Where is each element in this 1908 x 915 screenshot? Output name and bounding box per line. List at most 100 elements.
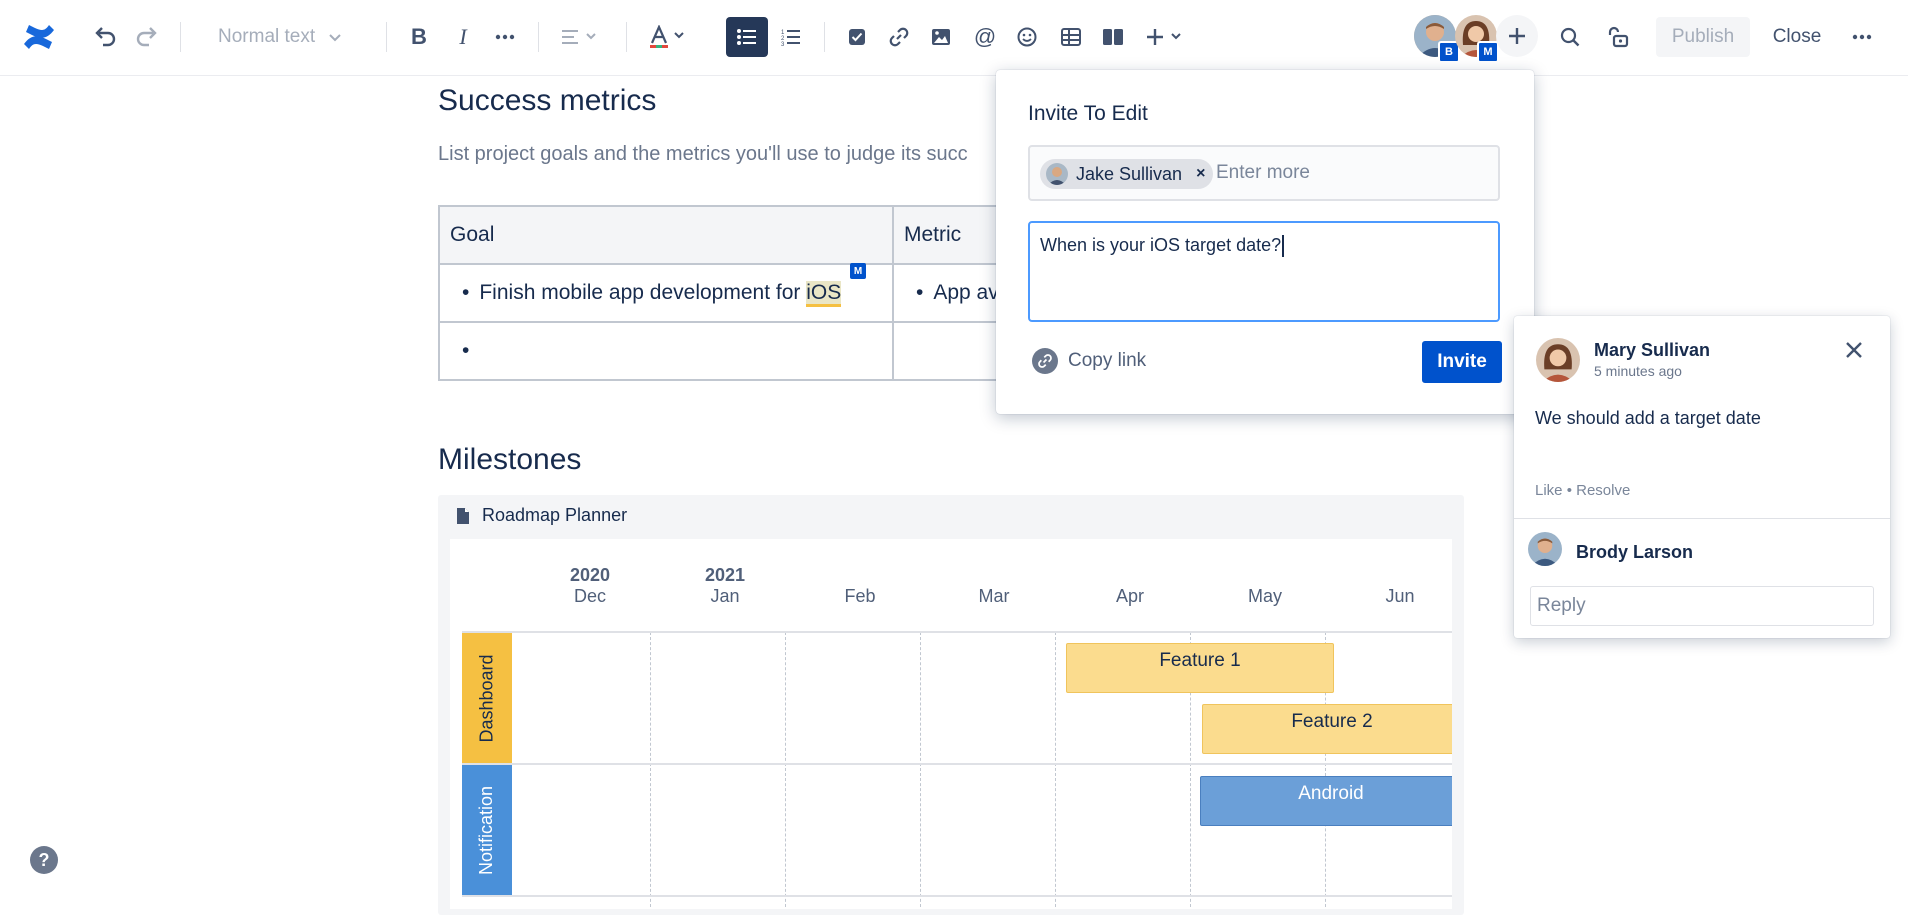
roadmap-canvas[interactable]: 2020 2021 Dec Jan Feb Mar Apr May Jun Da…	[450, 539, 1452, 909]
roadmap-bar-feature-1[interactable]: Feature 1	[1066, 643, 1334, 693]
comment-author: Mary Sullivan	[1594, 340, 1711, 360]
invite-title: Invite To Edit	[1028, 102, 1148, 125]
table-header-goal[interactable]: Goal	[438, 205, 894, 265]
highlighted-text[interactable]: iOS	[806, 281, 842, 307]
copy-link-label: Copy link	[1068, 350, 1147, 371]
italic-icon[interactable]: I	[446, 20, 480, 54]
lane-label: Dashboard	[476, 653, 497, 743]
avatar	[1528, 532, 1562, 566]
table-cell[interactable]: •	[438, 321, 894, 381]
bullet-list-icon[interactable]	[726, 17, 768, 57]
month-label: Mar	[978, 586, 1010, 606]
month-label: Apr	[1115, 586, 1144, 606]
comment-actions: Like • Resolve	[1535, 482, 1630, 499]
avatar	[1046, 163, 1068, 185]
alignment-dropdown-icon[interactable]	[556, 20, 602, 54]
document-icon	[456, 507, 470, 530]
month-label: Dec	[573, 586, 606, 606]
copy-link-button[interactable]: Copy link	[1032, 348, 1146, 374]
toolbar-divider	[538, 22, 539, 52]
comment-timestamp: 5 minutes ago	[1594, 363, 1682, 379]
help-icon[interactable]: ?	[30, 846, 58, 874]
table-cell[interactable]: • Finish mobile app development for iOS M	[438, 263, 894, 323]
link-icon[interactable]	[882, 20, 916, 54]
more-formatting-icon[interactable]	[488, 20, 522, 54]
grid-line	[785, 632, 786, 909]
month-label: May	[1247, 586, 1282, 606]
invite-button[interactable]: Invite	[1422, 341, 1502, 383]
mention-icon[interactable]: @	[968, 20, 1002, 54]
bullet: •	[916, 281, 924, 304]
bold-icon[interactable]: B	[402, 20, 436, 54]
enter-more-input[interactable]: Enter more	[1216, 162, 1310, 184]
text-color-icon[interactable]	[644, 20, 690, 54]
reply-author: Brody Larson	[1576, 542, 1694, 562]
more-options-icon[interactable]	[1844, 20, 1880, 54]
text-style-label: Normal text	[218, 26, 316, 47]
remove-chip-icon[interactable]: ×	[1196, 165, 1205, 183]
year-label: 2021	[704, 565, 746, 585]
success-metrics-description[interactable]: List project goals and the metrics you'l…	[438, 143, 968, 166]
lane-notification[interactable]: Notification	[462, 765, 512, 895]
add-collaborator-icon[interactable]	[1496, 15, 1538, 57]
roadmap-title: Roadmap Planner	[482, 505, 628, 525]
close-icon[interactable]	[1844, 336, 1864, 367]
text-caret	[1282, 235, 1285, 258]
text-style-dropdown[interactable]: Normal text	[218, 20, 378, 54]
divider	[1514, 518, 1890, 519]
numbered-list-icon[interactable]: 123	[774, 20, 808, 54]
metric-text: App av	[933, 281, 999, 304]
bullet: •	[462, 281, 470, 304]
publish-button[interactable]: Publish	[1656, 17, 1750, 57]
insert-more-icon[interactable]	[1142, 20, 1188, 54]
collaborator-badge: M	[1477, 41, 1499, 63]
collaborator-cursor-badge: M	[850, 263, 866, 279]
grid-line	[1055, 632, 1056, 909]
goal-text: Finish mobile app development for	[479, 281, 807, 304]
year-label: 2020	[569, 565, 611, 585]
month-label: Jun	[1385, 586, 1415, 606]
lane-divider	[462, 631, 1452, 633]
avatar	[1536, 338, 1580, 382]
undo-icon[interactable]	[88, 20, 122, 54]
chevron-down-icon	[329, 26, 341, 48]
invite-to-edit-popup: Invite To Edit Jake Sullivan × Enter mor…	[996, 70, 1534, 414]
separator-dot: •	[1566, 482, 1577, 499]
task-checkbox-icon[interactable]	[840, 20, 874, 54]
month-label: Feb	[844, 586, 876, 606]
table-icon[interactable]	[1054, 20, 1088, 54]
lane-label: Notification	[476, 785, 497, 875]
svg-text:3: 3	[781, 42, 785, 46]
milestones-heading[interactable]: Milestones	[438, 443, 581, 477]
redo-icon[interactable]	[130, 20, 164, 54]
invite-message-textarea[interactable]: When is your iOS target date?	[1028, 221, 1500, 322]
lane-dashboard[interactable]: Dashboard	[462, 633, 512, 763]
search-icon[interactable]	[1552, 20, 1588, 54]
toolbar-divider	[180, 22, 181, 52]
link-icon	[1032, 348, 1058, 374]
success-metrics-heading[interactable]: Success metrics	[438, 84, 656, 118]
lane-divider	[462, 763, 1452, 765]
unlock-icon[interactable]	[1600, 20, 1636, 54]
lane-divider	[462, 895, 1452, 897]
close-button[interactable]: Close	[1760, 17, 1834, 57]
confluence-logo-icon[interactable]	[22, 20, 56, 54]
grid-line	[650, 632, 651, 909]
invite-users-field[interactable]: Jake Sullivan × Enter more	[1028, 145, 1500, 201]
resolve-link[interactable]: Resolve	[1576, 482, 1630, 499]
emoji-icon[interactable]	[1010, 20, 1044, 54]
reply-input[interactable]: Reply	[1530, 586, 1874, 626]
toolbar-divider	[824, 22, 825, 52]
user-chip[interactable]: Jake Sullivan ×	[1040, 159, 1214, 189]
editor-toolbar: Normal text B I 123 @ B M Publish Close	[0, 0, 1908, 76]
roadmap-bar-android[interactable]: Android	[1200, 776, 1452, 826]
chip-name: Jake Sullivan	[1076, 163, 1183, 184]
comment-panel: Mary Sullivan 5 minutes ago We should ad…	[1514, 316, 1890, 638]
image-icon[interactable]	[924, 20, 958, 54]
roadmap-planner[interactable]: Roadmap Planner 2020 2021 Dec Jan Feb Ma…	[438, 495, 1464, 915]
month-label: Jan	[710, 586, 740, 606]
layout-columns-icon[interactable]	[1096, 20, 1130, 54]
comment-body: We should add a target date	[1535, 408, 1761, 428]
like-link[interactable]: Like	[1535, 482, 1563, 499]
roadmap-bar-feature-2[interactable]: Feature 2	[1202, 704, 1452, 754]
